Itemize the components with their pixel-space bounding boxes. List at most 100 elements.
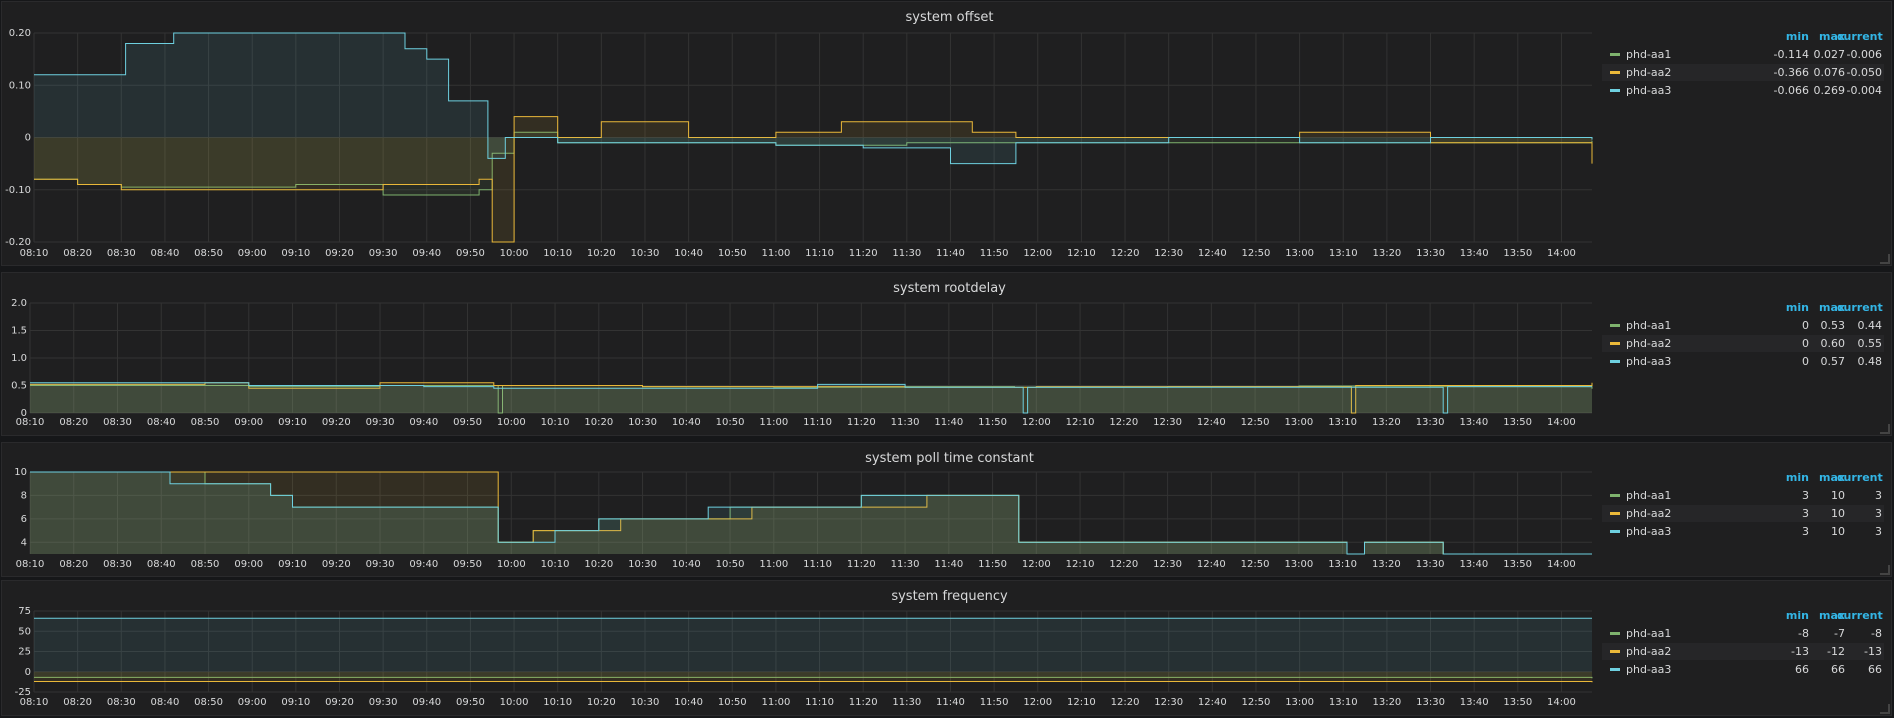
x-tick-label: 11:20 — [847, 559, 876, 570]
x-tick-label: 11:40 — [934, 417, 963, 428]
legend-col-min[interactable]: min — [1769, 30, 1809, 43]
x-tick-label: 13:50 — [1503, 248, 1532, 259]
series-max: 10 — [1831, 507, 1845, 520]
y-tick-label: 8 — [21, 490, 27, 501]
series-max: 0.269 — [1813, 84, 1846, 97]
x-tick-label: 10:20 — [587, 697, 616, 708]
series-color-swatch — [1610, 668, 1620, 671]
series-name: phd-aa1 — [1626, 48, 1672, 61]
x-tick-label: 11:30 — [891, 559, 920, 570]
series-current: 3 — [1875, 507, 1882, 520]
x-tick-label: 08:30 — [103, 559, 132, 570]
legend-row[interactable]: phd-aa2 3 10 3 — [1602, 505, 1884, 522]
x-tick-label: 12:30 — [1153, 559, 1182, 570]
series-max: 0.076 — [1813, 66, 1846, 79]
series-max: 0.53 — [1820, 319, 1846, 332]
x-tick-label: 12:20 — [1109, 417, 1138, 428]
resize-handle[interactable] — [1880, 704, 1890, 714]
y-tick-label: 10 — [14, 467, 27, 478]
x-tick-label: 11:10 — [803, 559, 832, 570]
resize-handle[interactable] — [1880, 254, 1890, 264]
series-min: 3 — [1802, 525, 1809, 538]
legend-col-min[interactable]: min — [1769, 301, 1809, 314]
panel-system-rootdelay: system rootdelay 08:10 08:20 08:30 08:40 08:… — [1, 272, 1892, 436]
series-min: -8 — [1798, 627, 1809, 640]
x-tick-label: 13:50 — [1503, 559, 1532, 570]
legend-row[interactable]: phd-aa1 0 0.53 0.44 — [1602, 317, 1884, 334]
x-tick-label: 10:40 — [674, 248, 703, 259]
y-tick-label: -0.20 — [5, 237, 31, 248]
y-tick-label: 1.0 — [11, 353, 27, 364]
legend-row[interactable]: phd-aa1 3 10 3 — [1602, 487, 1884, 504]
series-current: 66 — [1868, 663, 1882, 676]
x-tick-label: 08:20 — [59, 417, 88, 428]
x-tick-label: 12:00 — [1023, 697, 1052, 708]
x-tick-label: 08:40 — [147, 559, 176, 570]
legend-row[interactable]: phd-aa2 -13 -12 -13 — [1602, 643, 1884, 660]
legend-row[interactable]: phd-aa1 -0.114 0.027 -0.006 — [1602, 46, 1884, 63]
series-min: -0.114 — [1773, 48, 1809, 61]
legend-row[interactable]: phd-aa3 -0.066 0.269 -0.004 — [1602, 82, 1884, 99]
x-tick-label: 12:50 — [1241, 559, 1270, 570]
series-color-swatch — [1610, 324, 1620, 327]
legend-header: min max current — [1602, 30, 1887, 44]
legend-row[interactable]: phd-aa3 0 0.57 0.48 — [1602, 353, 1884, 370]
legend-col-min[interactable]: min — [1769, 609, 1809, 622]
x-tick-label: 10:10 — [541, 417, 570, 428]
x-tick-label: 13:00 — [1284, 417, 1313, 428]
y-tick-label: -25 — [15, 687, 31, 698]
x-tick-label: 12:40 — [1197, 559, 1226, 570]
x-tick-label: 12:30 — [1154, 248, 1183, 259]
chart-system-rootdelay: 08:10 08:20 08:30 08:40 08:50 09:00 09:10 09:20… — [11, 298, 1593, 428]
legend-col-min[interactable]: min — [1769, 471, 1809, 484]
x-tick-label: 12:10 — [1067, 697, 1096, 708]
x-tick-label: 10:00 — [500, 697, 529, 708]
series-area-phd-aa3 — [34, 618, 1592, 672]
resize-handle[interactable] — [1880, 424, 1890, 434]
panel-system-poll-time-constant: system poll time constant 08:10 08:20 08:3… — [1, 442, 1892, 577]
series-name: phd-aa1 — [1626, 489, 1672, 502]
legend-col-current[interactable]: current — [1837, 609, 1883, 622]
legend-row[interactable]: phd-aa2 -0.366 0.076 -0.050 — [1602, 64, 1884, 81]
legend-row[interactable]: phd-aa2 0 0.60 0.55 — [1602, 335, 1884, 352]
x-tick-label: 12:50 — [1242, 697, 1271, 708]
x-tick-label: 13:00 — [1284, 559, 1313, 570]
x-tick-label: 08:40 — [151, 697, 180, 708]
series-name: phd-aa3 — [1626, 663, 1672, 676]
x-tick-label: 12:00 — [1023, 248, 1052, 259]
x-tick-label: 08:10 — [16, 559, 45, 570]
series-name: phd-aa3 — [1626, 355, 1672, 368]
x-tick-label: 14:00 — [1547, 559, 1576, 570]
x-tick-label: 12:40 — [1198, 697, 1227, 708]
x-tick-label: 13:30 — [1416, 248, 1445, 259]
series-color-swatch — [1610, 71, 1620, 74]
y-tick-label: 0.5 — [11, 381, 27, 392]
x-tick-label: 13:30 — [1416, 697, 1445, 708]
legend-row[interactable]: phd-aa3 66 66 66 — [1602, 661, 1884, 678]
x-tick-label: 08:20 — [63, 248, 92, 259]
series-color-swatch — [1610, 494, 1620, 497]
series-current: 0.48 — [1857, 355, 1883, 368]
legend-col-current[interactable]: current — [1837, 301, 1883, 314]
y-tick-label: 4 — [21, 537, 27, 548]
resize-handle[interactable] — [1880, 565, 1890, 575]
x-tick-label: 08:20 — [59, 559, 88, 570]
x-tick-label: 10:50 — [716, 417, 745, 428]
y-tick-label: 0.10 — [9, 80, 31, 91]
x-tick-label: 10:20 — [584, 417, 613, 428]
legend-col-current[interactable]: current — [1837, 30, 1883, 43]
x-tick-label: 08:50 — [191, 417, 220, 428]
x-tick-label: 09:50 — [456, 697, 485, 708]
series-max: -12 — [1827, 645, 1845, 658]
x-tick-label: 10:20 — [584, 559, 613, 570]
series-min: 0 — [1802, 319, 1809, 332]
legend-col-current[interactable]: current — [1837, 471, 1883, 484]
x-tick-label: 12:40 — [1197, 417, 1226, 428]
x-tick-label: 13:40 — [1460, 248, 1489, 259]
series-max: 10 — [1831, 525, 1845, 538]
x-tick-label: 13:30 — [1416, 417, 1445, 428]
x-tick-label: 13:00 — [1285, 248, 1314, 259]
x-tick-label: 08:20 — [63, 697, 92, 708]
legend-row[interactable]: phd-aa3 3 10 3 — [1602, 523, 1884, 540]
legend-row[interactable]: phd-aa1 -8 -7 -8 — [1602, 625, 1884, 642]
